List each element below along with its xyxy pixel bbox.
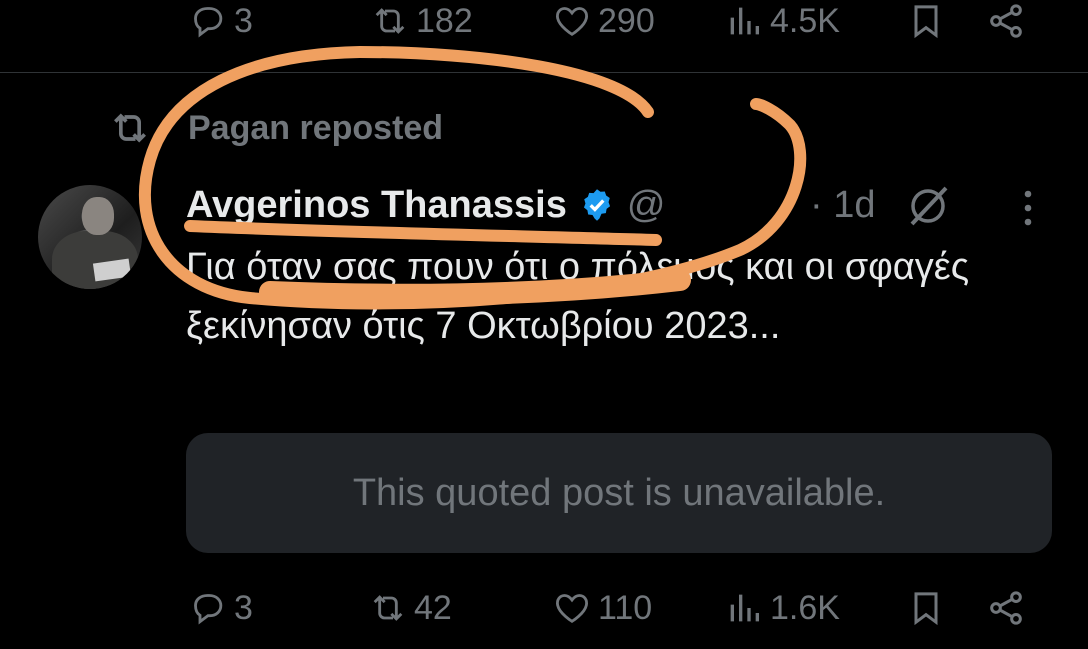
reply-icon xyxy=(194,594,223,625)
bookmark-icon xyxy=(914,5,938,39)
repost-button[interactable]: 182 xyxy=(370,0,473,46)
bookmark-icon xyxy=(914,592,938,626)
grok-icon[interactable] xyxy=(904,184,952,228)
repost-icon xyxy=(114,113,146,143)
more-icon[interactable] xyxy=(1014,186,1042,230)
share-icon xyxy=(990,591,1022,625)
post-actions: 3 42 110 1.6K xyxy=(0,583,1088,633)
bookmark-button[interactable] xyxy=(906,0,946,46)
post-divider xyxy=(0,72,1088,73)
repost-count: 182 xyxy=(416,2,473,40)
like-count: 110 xyxy=(598,589,653,627)
post-timestamp[interactable]: · 1d xyxy=(810,180,875,230)
share-button[interactable] xyxy=(986,0,1026,46)
reply-button[interactable]: 3 xyxy=(188,0,253,46)
like-count: 290 xyxy=(598,2,655,40)
repost-attribution[interactable]: Pagan reposted xyxy=(108,106,443,150)
views-count: 1.6K xyxy=(770,589,840,627)
like-button[interactable]: 110 xyxy=(552,583,652,633)
bookmark-button[interactable] xyxy=(906,583,946,633)
post-text: Για όταν σας πουν ότι ο πόλεμος και οι σ… xyxy=(186,246,970,347)
author-name[interactable]: Avgerinos Thanassis xyxy=(186,184,567,227)
share-icon xyxy=(990,4,1022,38)
verified-badge-icon xyxy=(583,189,610,221)
repost-icon xyxy=(375,8,405,34)
repost-icon xyxy=(373,595,403,621)
analytics-icon xyxy=(730,7,759,35)
quote-unavailable-text: This quoted post is unavailable. xyxy=(352,471,886,514)
repost-count: 42 xyxy=(414,589,452,627)
previous-post-actions: 3 182 290 4.5K xyxy=(0,0,1088,46)
reply-button[interactable]: 3 xyxy=(188,583,253,633)
analytics-icon xyxy=(730,594,759,622)
views-count: 4.5K xyxy=(770,2,840,40)
heart-icon xyxy=(556,594,588,623)
like-button[interactable]: 290 xyxy=(552,0,655,46)
quoted-post-unavailable: This quoted post is unavailable. xyxy=(186,433,1052,553)
author-handle[interactable]: @ xyxy=(627,184,666,227)
views-button[interactable]: 4.5K xyxy=(724,0,840,46)
reply-count: 3 xyxy=(234,589,253,627)
share-button[interactable] xyxy=(986,583,1026,633)
views-button[interactable]: 1.6K xyxy=(724,583,840,633)
avatar[interactable] xyxy=(38,185,142,289)
heart-icon xyxy=(556,7,588,36)
reply-icon xyxy=(194,7,223,38)
repost-label: Pagan reposted xyxy=(188,108,444,147)
avatar-face xyxy=(82,197,114,235)
author-row: Avgerinos Thanassis @ xyxy=(186,180,665,230)
reply-count: 3 xyxy=(234,2,253,40)
repost-button[interactable]: 42 xyxy=(368,583,452,633)
